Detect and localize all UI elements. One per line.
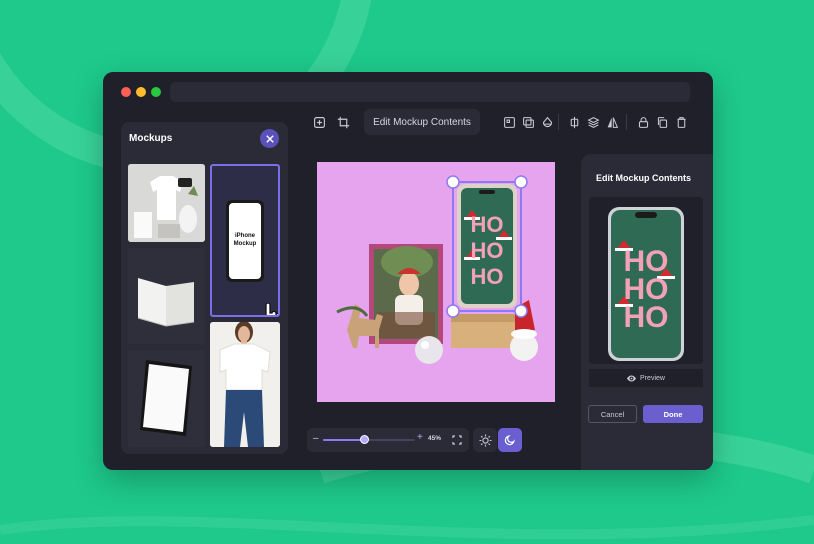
- app-window: Edit Mockup Contents Mockups iPhone Mock…: [103, 72, 713, 470]
- lock-icon: [638, 116, 648, 128]
- fill-icon: [542, 116, 552, 127]
- woman-image: [210, 322, 280, 447]
- zoom-out-button[interactable]: –: [313, 433, 319, 444]
- duplicate-layer-icon: [522, 116, 534, 128]
- zoom-percent: 45%: [428, 435, 442, 442]
- tshirt-image: [128, 164, 205, 242]
- preview-area: HO HO HO: [589, 197, 703, 364]
- close-icon: [265, 134, 274, 143]
- canvas-phone-text-2: HO: [471, 238, 504, 263]
- canvas-phone-text-1: HO: [471, 212, 504, 237]
- tablet-image: [140, 360, 192, 436]
- close-panel-button[interactable]: [260, 129, 279, 148]
- zoom-bar: – + 45%: [307, 428, 469, 452]
- design-canvas[interactable]: HO HO HO: [317, 162, 555, 402]
- maximize-window-button[interactable]: [151, 87, 161, 97]
- trash-icon: [676, 116, 686, 128]
- canvas-scene: HO HO HO: [317, 162, 555, 402]
- edit-panel-title: Edit Mockup Contents: [596, 173, 691, 183]
- mockups-panel: Mockups iPhone Mockup: [121, 122, 288, 454]
- flip-button[interactable]: [601, 111, 623, 133]
- delete-button[interactable]: [670, 111, 692, 133]
- mockup-thumb-iphone[interactable]: iPhone Mockup: [210, 164, 280, 317]
- preview-label: Preview: [640, 374, 665, 382]
- panel-title: Mockups: [129, 133, 173, 144]
- close-window-button[interactable]: [121, 87, 131, 97]
- title-bar: [103, 72, 713, 112]
- zoom-slider[interactable]: [323, 435, 415, 444]
- hand-cursor-icon: [265, 303, 278, 315]
- edit-mockup-panel: Edit Mockup Contents HO HO HO Preview Ca…: [581, 154, 713, 470]
- canvas-phone-text-3: HO: [471, 264, 504, 289]
- toolbar-divider: [626, 114, 627, 130]
- crop-icon: [337, 116, 349, 128]
- add-image-button[interactable]: [308, 111, 330, 133]
- eye-icon: [627, 375, 637, 381]
- iphone-thumb-device: iPhone Mockup: [226, 200, 264, 282]
- toolbar-group: [496, 109, 686, 135]
- mockup-thumb-tshirt[interactable]: [128, 164, 205, 242]
- iphone-thumb-label: iPhone Mockup: [233, 233, 257, 247]
- edit-mockup-contents-button[interactable]: Edit Mockup Contents: [364, 109, 480, 135]
- preview-phone: HO HO HO: [608, 207, 684, 361]
- light-mode-button[interactable]: [473, 428, 497, 452]
- sun-icon: [478, 433, 492, 447]
- preview-button[interactable]: Preview: [589, 369, 703, 387]
- done-button[interactable]: Done: [643, 405, 703, 423]
- zoom-in-button[interactable]: +: [417, 432, 423, 443]
- flip-icon: [607, 116, 618, 128]
- address-bar[interactable]: [170, 82, 690, 102]
- zoom-slider-thumb[interactable]: [359, 435, 369, 444]
- add-image-icon: [313, 116, 325, 128]
- align-center-icon: [570, 116, 578, 128]
- toolbar-divider: [558, 114, 559, 130]
- preview-phone-text-3: HO: [624, 301, 669, 334]
- zoom-slider-fill: [323, 439, 365, 441]
- align-icon: [503, 116, 515, 128]
- crop-button[interactable]: [332, 111, 354, 133]
- iphone-thumb-screen: iPhone Mockup: [229, 203, 261, 279]
- minimize-window-button[interactable]: [136, 87, 146, 97]
- fill-button[interactable]: [536, 111, 558, 133]
- copy-icon: [657, 116, 667, 128]
- cancel-button[interactable]: Cancel: [588, 405, 637, 423]
- mockup-thumb-tablet[interactable]: [128, 350, 205, 447]
- mockup-thumb-book[interactable]: [128, 248, 205, 344]
- dark-mode-button[interactable]: [498, 428, 522, 452]
- mockup-thumb-woman[interactable]: [210, 322, 280, 447]
- layers-icon: [586, 116, 600, 128]
- moon-icon: [504, 435, 515, 446]
- fullscreen-icon[interactable]: [452, 435, 462, 445]
- book-image: [137, 278, 195, 327]
